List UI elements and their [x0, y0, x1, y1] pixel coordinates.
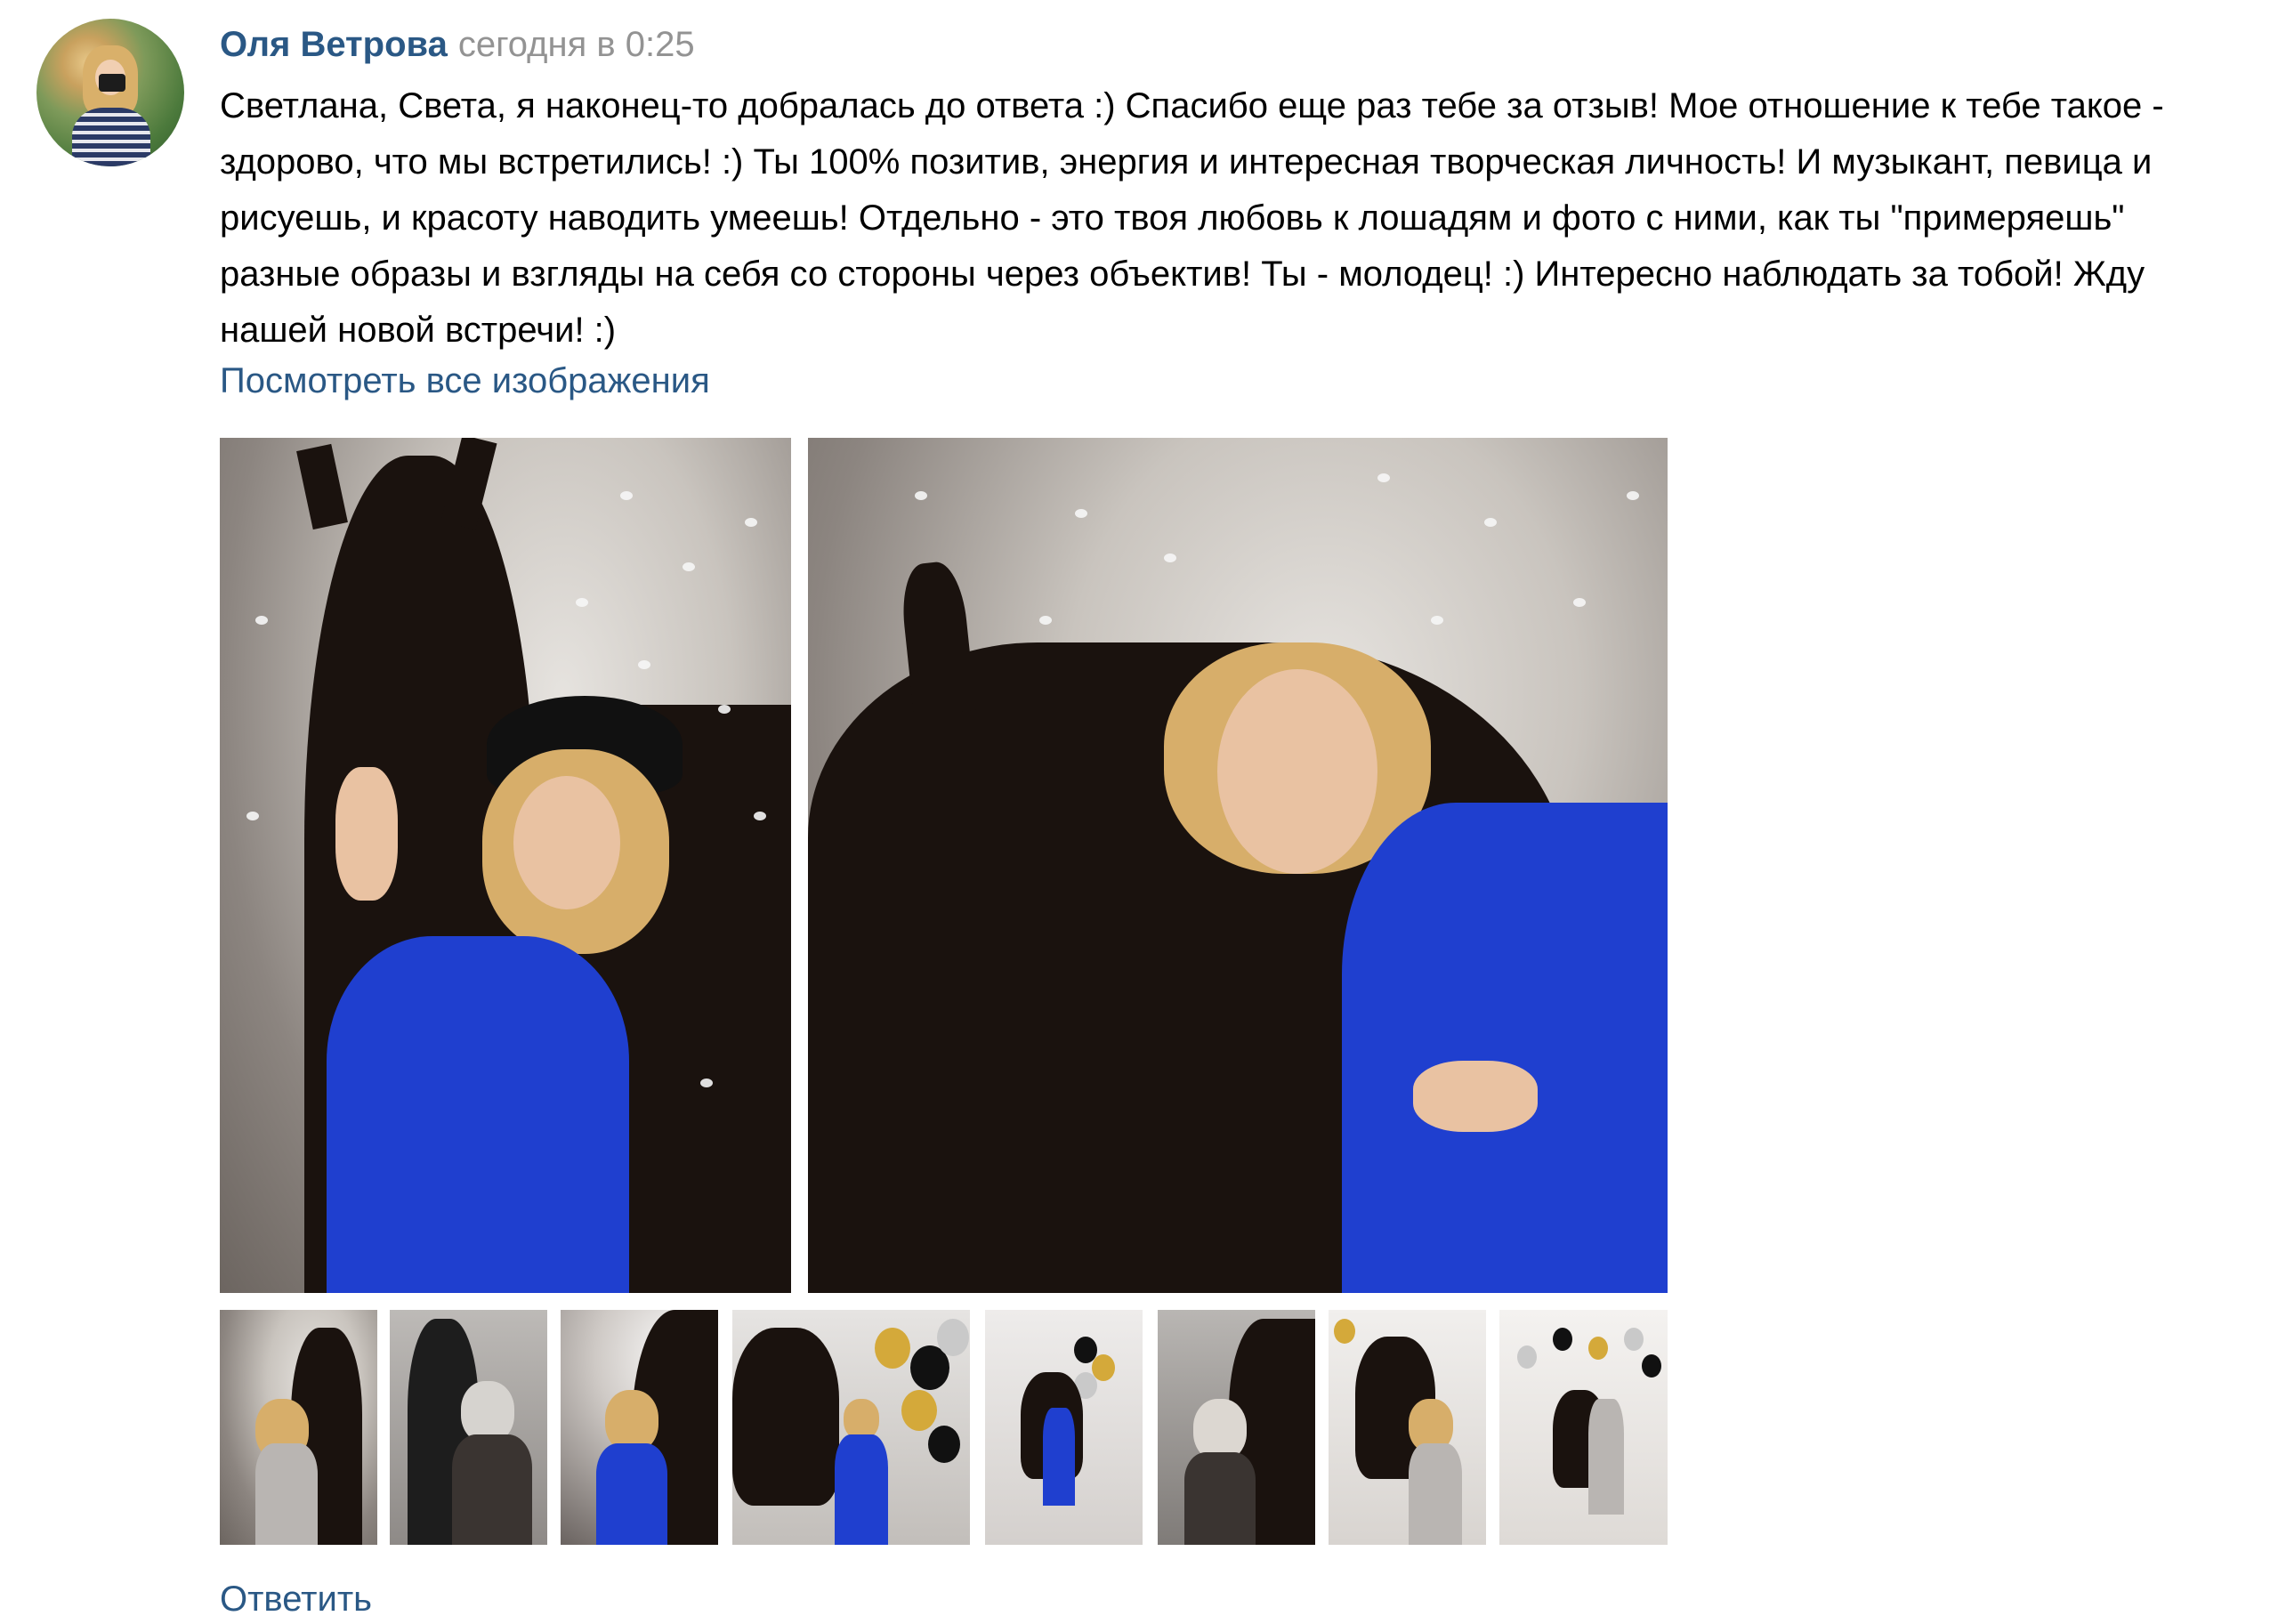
thumbnail-photo-5[interactable]	[985, 1310, 1143, 1545]
snowflake-decoration	[1431, 616, 1443, 625]
snowflake-decoration	[915, 491, 927, 500]
thumbnail-photo-4[interactable]	[732, 1310, 970, 1545]
large-photo-1[interactable]	[220, 438, 791, 1293]
thumbnail-photo-6[interactable]	[1158, 1310, 1315, 1545]
balloon-decoration	[901, 1390, 937, 1431]
snowflake-decoration	[1573, 598, 1586, 607]
thumbnail-photo-2[interactable]	[390, 1310, 547, 1545]
comment-header: Оля Ветрова сегодня в 0:25	[220, 21, 695, 68]
balloon-decoration	[1553, 1328, 1572, 1351]
comment-text: Светлана, Света, я наконец-то добралась …	[220, 86, 2164, 350]
comment-post: Оля Ветрова сегодня в 0:25 Светлана, Свет…	[0, 0, 2278, 1624]
snowflake-decoration	[754, 812, 766, 820]
large-photo-2[interactable]	[808, 438, 1668, 1293]
balloon-decoration	[1517, 1345, 1537, 1369]
comment-date[interactable]: сегодня в 0:25	[458, 25, 695, 64]
author-avatar[interactable]	[36, 19, 184, 166]
balloon-decoration	[928, 1426, 960, 1463]
balloon-decoration	[1588, 1337, 1608, 1360]
snowflake-decoration	[700, 1079, 713, 1087]
snowflake-decoration	[1075, 509, 1087, 518]
snowflake-decoration	[1484, 518, 1497, 527]
author-name[interactable]: Оля Ветрова	[220, 25, 448, 64]
snowflake-decoration	[718, 705, 731, 714]
snowflake-decoration	[1164, 553, 1176, 562]
snowflake-decoration	[745, 518, 757, 527]
balloon-decoration	[937, 1319, 969, 1356]
snowflake-decoration	[638, 660, 650, 669]
thumbnail-photo-8[interactable]	[1499, 1310, 1668, 1545]
balloon-decoration	[1624, 1328, 1644, 1351]
snowflake-decoration	[620, 491, 633, 500]
balloon-decoration	[1092, 1354, 1115, 1381]
thumbnail-photo-7[interactable]	[1329, 1310, 1486, 1545]
snowflake-decoration	[576, 598, 588, 607]
balloon-decoration	[875, 1328, 910, 1369]
snowflake-decoration	[1377, 473, 1390, 482]
snowflake-decoration	[1039, 616, 1052, 625]
thumbnail-photo-3[interactable]	[561, 1310, 718, 1545]
snowflake-decoration	[1627, 491, 1639, 500]
thumbnail-photo-1[interactable]	[220, 1310, 377, 1545]
reply-link[interactable]: Ответить	[220, 1576, 372, 1622]
balloon-decoration	[1642, 1354, 1661, 1378]
snowflake-decoration	[255, 616, 268, 625]
snowflake-decoration	[246, 812, 259, 820]
show-all-images-link[interactable]: Посмотреть все изображения	[220, 358, 710, 404]
balloon-decoration	[1334, 1319, 1355, 1344]
camera-icon	[99, 74, 125, 92]
snowflake-decoration	[683, 562, 695, 571]
